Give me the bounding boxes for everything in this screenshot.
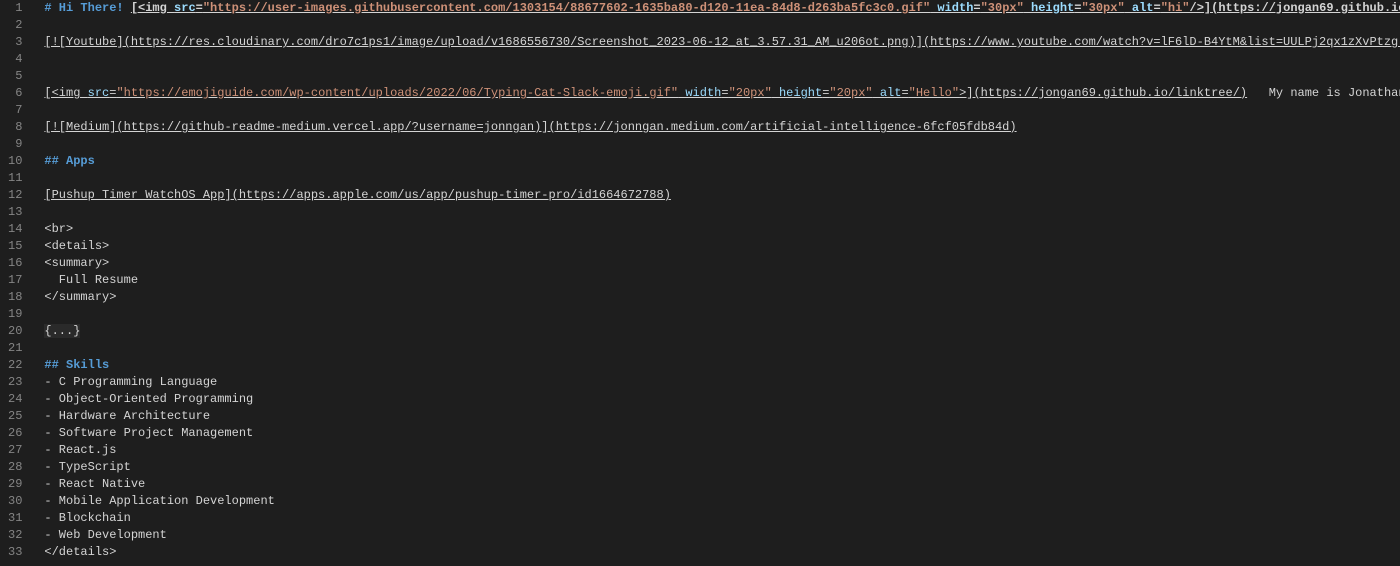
line-number: 5: [8, 68, 22, 85]
code-text: - TypeScript: [44, 460, 130, 474]
line-number: 18: [8, 289, 22, 306]
code-line[interactable]: - Hardware Architecture: [44, 408, 1400, 425]
code-text: - Web Development: [44, 528, 166, 542]
line-number: 10: [8, 153, 22, 170]
markdown-link[interactable]: [![Youtube](https://res.cloudinary.com/d…: [44, 35, 1400, 49]
line-number: 30: [8, 493, 22, 510]
code-text: - React.js: [44, 443, 116, 457]
code-text: - Blockchain: [44, 511, 130, 525]
line-number: 16: [8, 255, 22, 272]
code-line[interactable]: [44, 204, 1400, 221]
line-number: 8: [8, 119, 22, 136]
code-line[interactable]: # Hi There! [<img src="https://user-imag…: [44, 0, 1400, 17]
code-text: Full Resume: [44, 273, 138, 287]
code-text: </summary>: [44, 290, 116, 304]
code-line[interactable]: <details>: [44, 238, 1400, 255]
code-line[interactable]: [44, 17, 1400, 34]
code-line[interactable]: </summary>: [44, 289, 1400, 306]
line-number: 21: [8, 340, 22, 357]
line-number: 3: [8, 34, 22, 51]
markdown-heading: ## Apps: [44, 154, 94, 168]
markdown-link[interactable]: [<img src="https://emojiguide.com/wp-con…: [44, 86, 1247, 100]
code-line[interactable]: [44, 102, 1400, 119]
code-line[interactable]: [44, 306, 1400, 323]
code-text: </details>: [44, 545, 116, 559]
code-text: - Mobile Application Development: [44, 494, 274, 508]
code-line[interactable]: Full Resume: [44, 272, 1400, 289]
line-number: 19: [8, 306, 22, 323]
line-number: 28: [8, 459, 22, 476]
markdown-link[interactable]: [<img src="https://user-images.githubuse…: [131, 1, 1400, 15]
code-line[interactable]: - Mobile Application Development: [44, 493, 1400, 510]
line-number: 24: [8, 391, 22, 408]
code-line[interactable]: - C Programming Language: [44, 374, 1400, 391]
line-number: 14: [8, 221, 22, 238]
line-number: 32: [8, 527, 22, 544]
code-line[interactable]: - React Native: [44, 476, 1400, 493]
line-number: 31: [8, 510, 22, 527]
code-text: <summary>: [44, 256, 109, 270]
line-number: 29: [8, 476, 22, 493]
line-number: 22: [8, 357, 22, 374]
line-number: 17: [8, 272, 22, 289]
code-editor: 1 2 3 4 5 6 7 8 9 10 11 12 13 14 15 16 1…: [0, 0, 1400, 561]
code-text: - React Native: [44, 477, 145, 491]
code-line[interactable]: [44, 340, 1400, 357]
code-line[interactable]: ## Apps: [44, 153, 1400, 170]
line-number: 7: [8, 102, 22, 119]
code-area[interactable]: # Hi There! [<img src="https://user-imag…: [36, 0, 1400, 561]
line-number: 6: [8, 85, 22, 102]
markdown-heading: ## Skills: [44, 358, 109, 372]
line-number: 4: [8, 51, 22, 68]
code-text: <details>: [44, 239, 109, 253]
line-number: 23: [8, 374, 22, 391]
code-line[interactable]: - Web Development: [44, 527, 1400, 544]
code-line[interactable]: {...}: [44, 323, 1400, 340]
markdown-link[interactable]: [![Medium](https://github-readme-medium.…: [44, 120, 1016, 134]
code-text: - Software Project Management: [44, 426, 253, 440]
code-line[interactable]: [44, 51, 1400, 68]
line-number: 33: [8, 544, 22, 561]
line-number: 15: [8, 238, 22, 255]
code-line[interactable]: [Pushup Timer WatchOS App](https://apps.…: [44, 187, 1400, 204]
gutter: 1 2 3 4 5 6 7 8 9 10 11 12 13 14 15 16 1…: [0, 0, 36, 561]
code-line[interactable]: - React.js: [44, 442, 1400, 459]
line-number: 12: [8, 187, 22, 204]
code-line[interactable]: <br>: [44, 221, 1400, 238]
markdown-link[interactable]: [Pushup Timer WatchOS App](https://apps.…: [44, 188, 671, 202]
code-line[interactable]: - Object-Oriented Programming: [44, 391, 1400, 408]
code-line[interactable]: [![Youtube](https://res.cloudinary.com/d…: [44, 34, 1400, 51]
line-number: 1: [8, 0, 22, 17]
code-line[interactable]: [44, 68, 1400, 85]
code-line[interactable]: [![Medium](https://github-readme-medium.…: [44, 119, 1400, 136]
code-line[interactable]: </details>: [44, 544, 1400, 561]
line-number: 2: [8, 17, 22, 34]
line-number: 26: [8, 425, 22, 442]
code-line[interactable]: - Software Project Management: [44, 425, 1400, 442]
code-text: - Hardware Architecture: [44, 409, 210, 423]
code-line[interactable]: <summary>: [44, 255, 1400, 272]
code-text: <br>: [44, 222, 73, 236]
code-line[interactable]: ## Skills: [44, 357, 1400, 374]
code-text: My name is Jonathan Gan, If you found so…: [1247, 86, 1400, 100]
line-number: 9: [8, 136, 22, 153]
code-text: - C Programming Language: [44, 375, 217, 389]
code-line[interactable]: [44, 170, 1400, 187]
line-number: 11: [8, 170, 22, 187]
code-line[interactable]: [44, 136, 1400, 153]
code-line[interactable]: - Blockchain: [44, 510, 1400, 527]
line-number: 20: [8, 323, 22, 340]
code-line[interactable]: [<img src="https://emojiguide.com/wp-con…: [44, 85, 1400, 102]
code-text: - Object-Oriented Programming: [44, 392, 253, 406]
markdown-heading: # Hi There!: [44, 1, 130, 15]
line-number: 25: [8, 408, 22, 425]
folded-region[interactable]: {...}: [44, 324, 80, 338]
code-line[interactable]: - TypeScript: [44, 459, 1400, 476]
line-number: 27: [8, 442, 22, 459]
line-number: 13: [8, 204, 22, 221]
